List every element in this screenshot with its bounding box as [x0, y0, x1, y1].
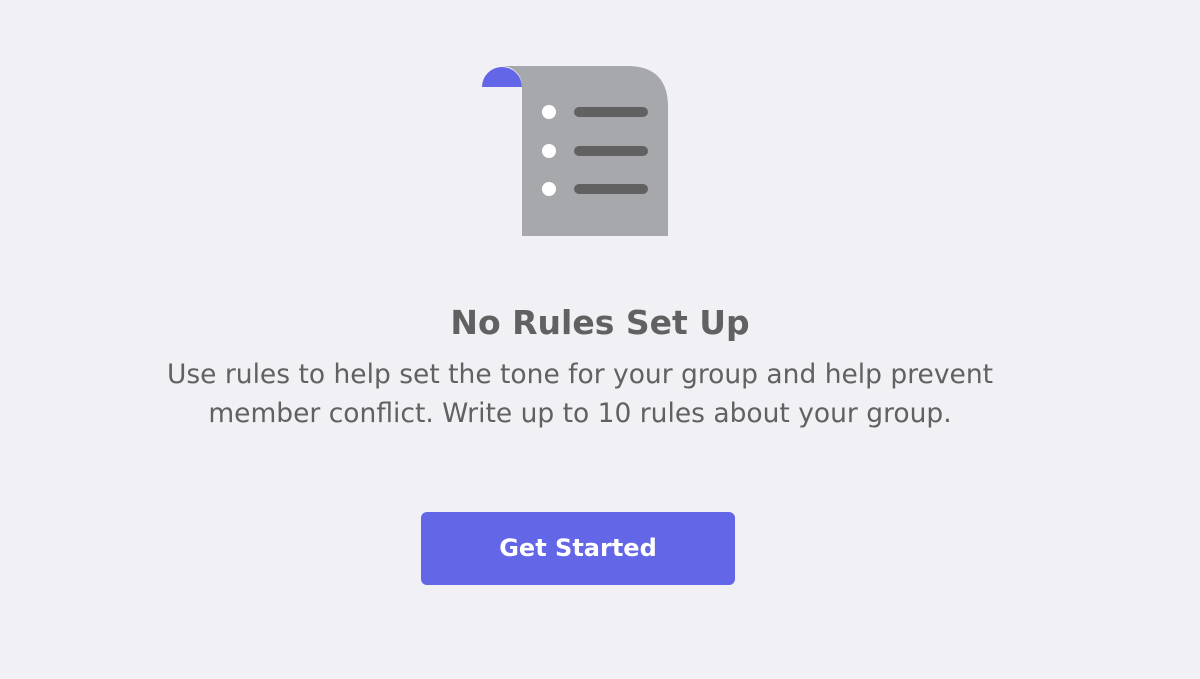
rules-document-icon — [482, 65, 668, 236]
list-line — [574, 107, 648, 117]
empty-state-title: No Rules Set Up — [450, 303, 750, 342]
list-line — [574, 146, 648, 156]
empty-state-description: Use rules to help set the tone for your … — [166, 359, 994, 429]
empty-state: No Rules Set Up Use rules to help set th… — [0, 0, 1200, 679]
get-started-button[interactable]: Get Started — [421, 512, 735, 585]
list-bullet — [542, 182, 556, 196]
list-bullet — [542, 144, 556, 158]
list-line — [574, 184, 648, 194]
list-bullet — [542, 105, 556, 119]
